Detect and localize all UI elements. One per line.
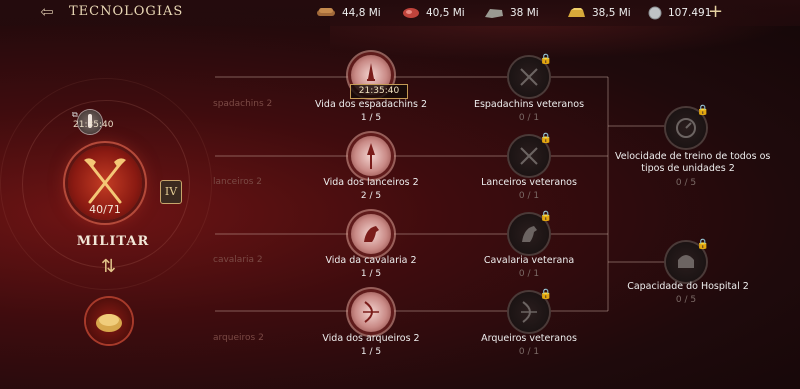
tech-label: Arqueiros veteranos xyxy=(481,333,577,344)
lock-icon: 🔒 xyxy=(539,289,552,300)
tech-progress: 0 / 5 xyxy=(675,178,697,188)
lock-icon: 🔒 xyxy=(539,54,552,65)
lock-icon: 🔒 xyxy=(696,105,709,116)
tech-progress: 0 / 1 xyxy=(518,269,540,279)
tech-label-line-2: tipos de unidades 2 xyxy=(641,163,735,174)
tech-label: Vida dos arqueiros 2 xyxy=(322,333,420,344)
category-economy-button[interactable] xyxy=(86,298,132,344)
category-level-badge: IV xyxy=(160,180,182,204)
horse-head-icon xyxy=(364,226,379,242)
tech-progress: 0 / 1 xyxy=(518,347,540,357)
category-progress: 40/71 xyxy=(89,203,121,216)
tech-label: Vida dos espadachins 2 xyxy=(314,99,428,110)
tech-label-line-1: Velocidade de treino de todos os xyxy=(615,151,771,162)
tech-progress: 1 / 5 xyxy=(360,113,382,123)
category-name: MILITAR xyxy=(76,234,150,249)
swap-arrows-icon[interactable]: ⇅ xyxy=(101,256,116,277)
lock-icon: 🔒 xyxy=(696,239,709,250)
tech-timer-value: 21:35:40 xyxy=(358,86,400,96)
tech-node-lanceiros-veteranos[interactable]: 🔒 xyxy=(509,133,552,176)
tech-label: Capacidade do Hospital 2 xyxy=(627,281,749,292)
tech-label: Vida dos lanceiros 2 xyxy=(323,177,419,188)
lock-icon: 🔒 xyxy=(539,133,552,144)
ghost-label-2: lanceiros 2 xyxy=(213,177,262,187)
tech-progress: 0 / 1 xyxy=(518,113,540,123)
category-timer: 21:35:40 xyxy=(73,120,114,130)
tech-node-vida-cavalaria[interactable] xyxy=(351,214,391,254)
tech-progress: 2 / 5 xyxy=(360,191,382,201)
tech-progress: 0 / 1 xyxy=(518,191,540,201)
tech-node-cavalaria-veterana[interactable]: 🔒 xyxy=(509,211,552,254)
tech-node-capacidade-hospital[interactable]: 🔒 xyxy=(666,239,709,282)
tech-progress: 0 / 5 xyxy=(675,295,697,305)
tech-progress: 1 / 5 xyxy=(360,269,382,279)
spear-icon xyxy=(367,143,375,169)
ghost-label-3: cavalaria 2 xyxy=(213,255,263,265)
tech-label: Espadachins veteranos xyxy=(473,99,585,110)
tech-label: Lanceiros veteranos xyxy=(481,177,577,188)
tech-node-arqueiros-veteranos[interactable]: 🔒 xyxy=(509,289,552,332)
speedup-icon: ⧉ xyxy=(72,110,78,119)
treasure-icon xyxy=(96,314,122,332)
tech-timer: 21:35:40 xyxy=(350,84,408,99)
tech-label: Vida da cavalaria 2 xyxy=(325,255,417,266)
bow-icon xyxy=(363,301,379,323)
tech-node-velocidade-treino[interactable]: 🔒 xyxy=(666,105,709,148)
tech-node-vida-arqueiros[interactable] xyxy=(351,292,391,332)
tech-label: Cavalaria veterana xyxy=(483,255,575,266)
ghost-label-4: arqueiros 2 xyxy=(213,333,264,343)
tech-node-vida-lanceiros[interactable] xyxy=(351,136,391,176)
ghost-label-1: spadachins 2 xyxy=(213,99,273,109)
tech-label-multiline: Velocidade de treino de todos os tipos d… xyxy=(615,151,771,175)
lock-icon: 🔒 xyxy=(539,211,552,222)
tech-node-espadachins-veteranos[interactable]: 🔒 xyxy=(509,54,552,97)
tech-progress: 1 / 5 xyxy=(360,347,382,357)
